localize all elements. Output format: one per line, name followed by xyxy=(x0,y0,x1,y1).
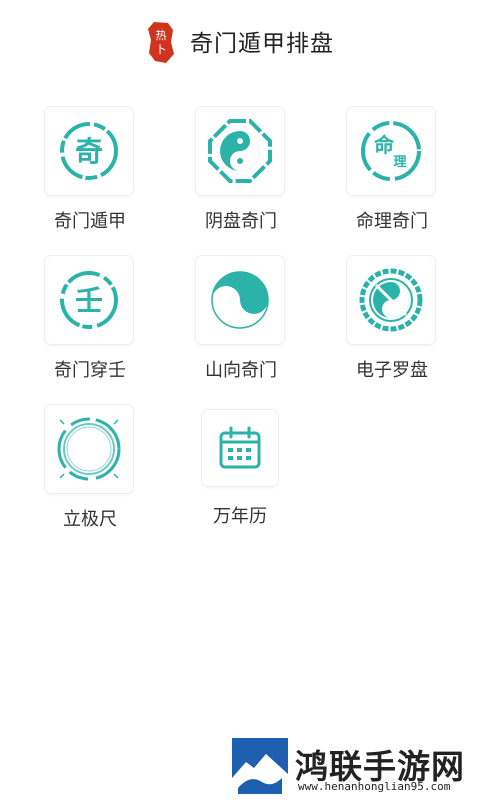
app-header: 热 卜 奇门遁甲排盘 xyxy=(0,0,480,80)
compass-icon xyxy=(359,268,423,332)
svg-text:命: 命 xyxy=(374,133,395,157)
tile-label: 奇门穿壬 xyxy=(54,360,126,381)
shanxiang-yinyang-icon: 山 向 xyxy=(211,271,269,329)
tile-yinpan-qimen[interactable]: 阴盘奇门 xyxy=(196,107,286,232)
svg-text:向: 向 xyxy=(246,288,259,304)
tile-label: 命理奇门 xyxy=(356,211,428,232)
tile-label: 电子罗盘 xyxy=(356,360,428,381)
ring-icon xyxy=(57,417,121,481)
tile-liji-ruler[interactable]: 立极尺 xyxy=(45,405,135,530)
tile-mingli-qimen[interactable]: 命 理 命理奇门 xyxy=(347,107,437,232)
bagua-yinyang-icon xyxy=(208,119,272,183)
ren-char-icon: 壬 xyxy=(60,271,118,329)
tile-label: 阴盘奇门 xyxy=(205,211,277,232)
svg-text:理: 理 xyxy=(393,155,406,170)
mingli-icon: 命 理 xyxy=(361,121,421,181)
watermark-url: www.henanhonglian95.com xyxy=(298,780,451,793)
svg-text:热: 热 xyxy=(156,29,167,42)
tile-label: 万年历 xyxy=(213,506,267,527)
seal-logo-icon: 热 卜 xyxy=(148,22,174,63)
tile-label: 立极尺 xyxy=(63,509,117,530)
svg-text:山: 山 xyxy=(219,296,232,312)
calendar-icon xyxy=(219,426,261,469)
tile-shanxiang-qimen[interactable]: 山 向 山向奇门 xyxy=(196,256,286,381)
svg-text:奇: 奇 xyxy=(75,135,103,168)
tile-label: 山向奇门 xyxy=(205,360,277,381)
tile-perpetual-calendar[interactable]: 万年历 xyxy=(202,410,292,527)
tile-qimen-chuanren[interactable]: 壬 奇门穿壬 xyxy=(45,256,135,381)
watermark-logo-icon xyxy=(232,738,288,794)
tile-qimen-dunjia[interactable]: 奇 奇门遁甲 xyxy=(45,107,135,232)
svg-text:卜: 卜 xyxy=(156,43,167,56)
qi-char-icon: 奇 xyxy=(60,122,118,180)
svg-text:壬: 壬 xyxy=(75,284,103,317)
tile-electronic-compass[interactable]: 电子罗盘 xyxy=(347,256,437,381)
tile-label: 奇门遁甲 xyxy=(54,211,126,232)
app-title: 奇门遁甲排盘 xyxy=(190,31,334,57)
